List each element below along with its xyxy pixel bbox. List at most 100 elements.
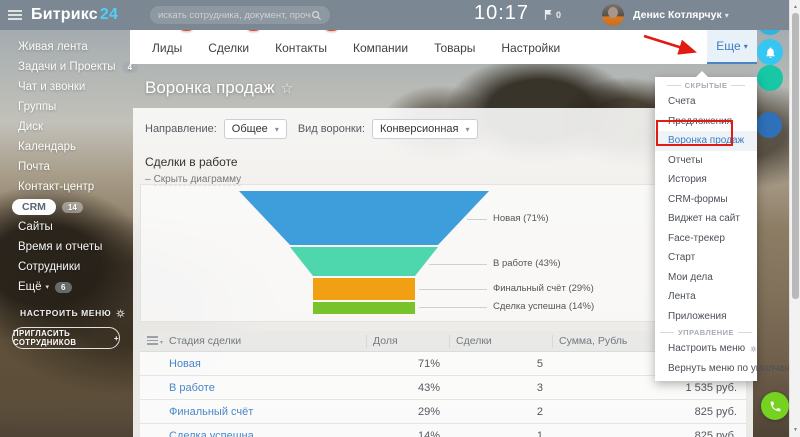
sidebar-item[interactable]: Календарь ▾ <box>0 137 130 157</box>
nav-tab[interactable]: Настройки <box>497 41 564 64</box>
dropdown-item-label: Предложения <box>668 116 732 127</box>
col-header-share[interactable]: Доля <box>366 335 449 348</box>
col-header-stage[interactable]: Стадия сделки <box>140 335 366 347</box>
funnel-view-select[interactable]: Конверсионная ▾ <box>372 119 478 139</box>
nav-tab[interactable]: Контакты 2 <box>271 41 331 64</box>
app-logo[interactable]: Битрикс24 <box>31 6 118 24</box>
sidebar-item[interactable]: Ещё ▾ 6 <box>0 277 130 297</box>
funnel-stage-label: В работе (43%) <box>493 258 561 269</box>
dropdown-item[interactable]: Мои дела <box>655 268 757 288</box>
nav-tab-label: Компании <box>353 41 408 55</box>
stage-link[interactable]: Финальный счёт <box>169 406 253 418</box>
dropdown-item[interactable]: Предложения <box>655 112 757 132</box>
dropdown-item[interactable]: История <box>655 170 757 190</box>
dropdown-item[interactable]: CRM-формы <box>655 190 757 210</box>
sidebar-item[interactable]: CRM ▾ 14 <box>0 197 130 217</box>
dropdown-item-label: Виджет на сайт <box>668 213 740 224</box>
dropdown-item-label: Воронка продаж <box>668 135 744 146</box>
search-input[interactable] <box>158 10 311 21</box>
caret-down-icon: ▾ <box>466 125 470 134</box>
hamburger-icon[interactable] <box>8 10 22 20</box>
nav-more-button[interactable]: Еще ▾ <box>707 30 757 64</box>
sidebar-item[interactable]: Группы ▾ <box>0 97 130 117</box>
dropdown-item-label: Старт <box>668 252 695 263</box>
funnel-stage[interactable] <box>290 247 438 276</box>
scroll-down-icon[interactable]: ▼ <box>790 427 800 433</box>
dropdown-manage-item[interactable]: Настроить меню <box>655 339 757 359</box>
sidebar-item-label: Диск <box>18 121 43 133</box>
nav-tab[interactable]: Сделки 4 <box>204 41 253 64</box>
dropdown-item[interactable]: Отчеты <box>655 151 757 171</box>
dropdown-item-label: Face-трекер <box>668 233 725 244</box>
funnel-connector-line <box>429 264 487 265</box>
plus-icon: + <box>114 334 119 343</box>
table-row[interactable]: Сделка успешна 14% 1 825 руб. <box>140 424 746 437</box>
dropdown-item[interactable]: Face-трекер <box>655 229 757 249</box>
top-bar: Битрикс24 10:17 0 Денис Котлярчук▾ <box>0 0 789 30</box>
notifications-button[interactable] <box>757 39 783 65</box>
dropdown-item[interactable]: Счета <box>655 92 757 112</box>
dropdown-item[interactable]: Виджет на сайт <box>655 209 757 229</box>
page-scrollbar[interactable]: ▲ ▼ <box>789 0 800 437</box>
extra-rail-button[interactable] <box>756 112 782 138</box>
stage-link[interactable]: В работе <box>169 382 215 394</box>
funnel-stage[interactable] <box>313 278 415 300</box>
nav-tab[interactable]: Компании <box>349 41 412 64</box>
sidebar-item[interactable]: Чат и звонки ▾ <box>0 77 130 97</box>
star-favorite-icon[interactable]: ☆ <box>281 80 294 96</box>
dropdown-item-label: Вернуть меню по умолчанию <box>668 363 800 374</box>
dropdown-item[interactable]: Приложения <box>655 307 757 327</box>
sidebar-item[interactable]: Задачи и Проекты ▾ 4 <box>0 57 130 77</box>
messenger-button[interactable] <box>757 65 783 91</box>
user-avatar[interactable] <box>602 4 624 26</box>
clock[interactable]: 10:17 <box>474 2 529 25</box>
sidebar-item[interactable]: Живая лента ▾ <box>0 37 130 57</box>
sidebar-item-badge: 6 <box>55 282 71 293</box>
col-header-deals[interactable]: Сделки <box>449 335 552 348</box>
user-menu[interactable]: Денис Котлярчук▾ <box>633 9 729 21</box>
logo-brand-accent: 24 <box>100 6 118 23</box>
sidebar-item[interactable]: Сайты ▾ <box>0 217 130 237</box>
scrollbar-thumb[interactable] <box>792 13 799 299</box>
dropdown-item[interactable]: Лента <box>655 287 757 307</box>
stage-link[interactable]: Новая <box>169 358 201 370</box>
nav-tab[interactable]: Лиды 2 <box>148 41 186 64</box>
table-row[interactable]: Финальный счёт 29% 2 825 руб. <box>140 400 746 424</box>
invite-employees-button[interactable]: ПРИГЛАСИТЬ СОТРУДНИКОВ + <box>12 327 120 349</box>
hidden-items: Счета Предложения Воронка продаж ОтчетыИсто… <box>655 92 757 326</box>
funnel-stage[interactable] <box>239 191 489 245</box>
scroll-up-icon[interactable]: ▲ <box>790 4 800 10</box>
dropdown-item[interactable]: Старт <box>655 248 757 268</box>
nav-tab-label: Контакты <box>275 41 327 55</box>
sidebar-item[interactable]: Сотрудники ▾ <box>0 257 130 277</box>
sidebar-item[interactable]: Диск ▾ <box>0 117 130 137</box>
telephony-button[interactable] <box>761 392 789 420</box>
dropdown-manage-item[interactable]: Вернуть меню по умолчанию <box>655 359 757 379</box>
sidebar-item[interactable]: Почта ▾ <box>0 157 130 177</box>
sidebar-item-label: Время и отчеты <box>18 241 102 253</box>
logo-brand: Битрикс <box>31 6 98 23</box>
nav-tab-label: Товары <box>434 41 475 55</box>
funnel-stage-label: Финальный счёт (29%) <box>493 283 594 294</box>
sidebar-item[interactable]: Время и отчеты ▾ <box>0 237 130 257</box>
caret-down-icon: ▾ <box>275 125 279 134</box>
share-value: 71% <box>366 358 449 370</box>
funnel-view-value: Конверсионная <box>380 123 459 135</box>
funnel-connector-line <box>467 219 487 220</box>
nav-tab[interactable]: Товары <box>430 41 479 64</box>
global-search[interactable] <box>150 6 330 24</box>
sidebar-item-label: Сотрудники <box>18 261 80 273</box>
dropdown-item[interactable]: Воронка продаж <box>655 131 757 151</box>
flag-count: 0 <box>556 10 561 20</box>
direction-select[interactable]: Общее ▾ <box>224 119 287 139</box>
sidebar-item-label: Группы <box>18 101 56 113</box>
nav-tab-label: Настройки <box>501 41 560 55</box>
sidebar-item[interactable]: Контакт-центр ▾ <box>0 177 130 197</box>
funnel-stage[interactable] <box>313 302 415 314</box>
table-settings-icon[interactable]: ▾ <box>147 336 161 347</box>
sidebar-item-label: Календарь <box>18 141 76 153</box>
configure-menu-button[interactable]: НАСТРОИТЬ МЕНЮ <box>20 308 130 318</box>
hidden-section-header: СКРЫТЫЕ <box>655 79 757 92</box>
stage-link[interactable]: Сделка успешна <box>169 430 254 437</box>
flag-counter[interactable]: 0 <box>544 9 561 20</box>
